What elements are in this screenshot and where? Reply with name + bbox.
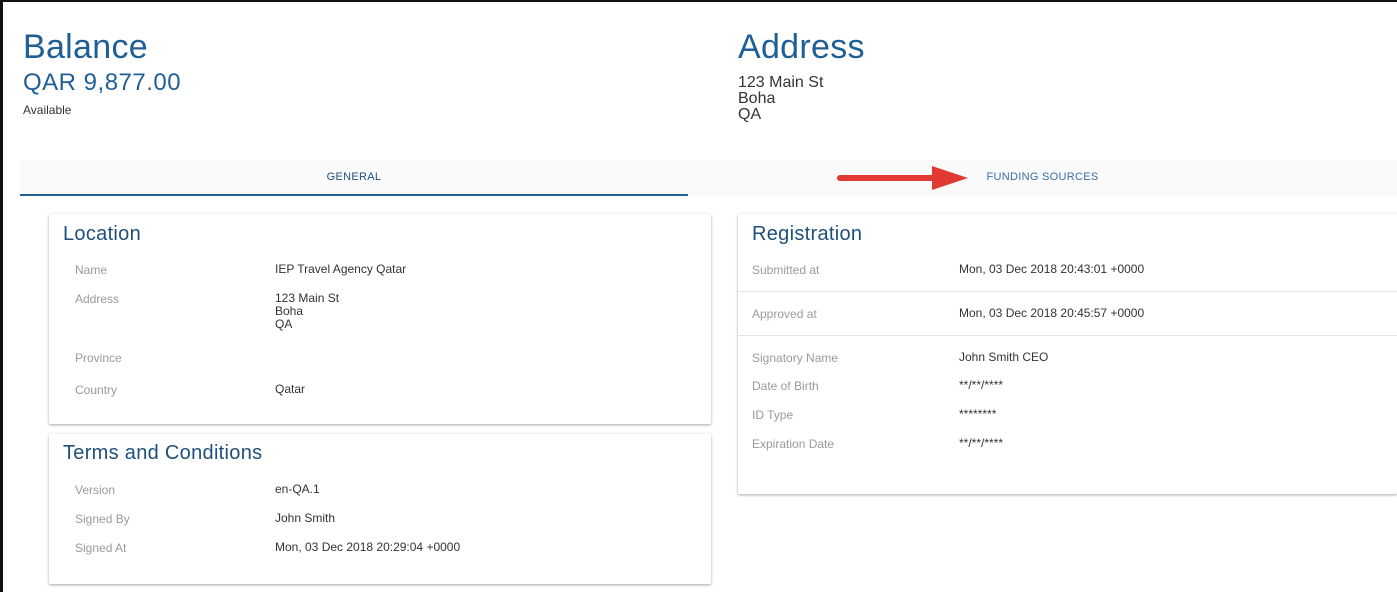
tab-funding-sources[interactable]: FUNDING SOURCES	[688, 160, 1397, 194]
registration-title: Registration	[752, 223, 863, 245]
registration-signatory-label: Signatory Name	[752, 351, 839, 365]
registration-id-type-value: ********	[959, 407, 997, 421]
address-line-2: Boha	[738, 90, 776, 107]
location-country-label: Country	[75, 383, 118, 397]
terms-signed-at-label: Signed At	[75, 541, 127, 555]
location-country-value: Qatar	[275, 382, 306, 396]
registration-divider-1	[738, 291, 1397, 292]
annotation-arrow-icon	[837, 166, 968, 190]
terms-title: Terms and Conditions	[63, 442, 263, 464]
location-address-value: 123 Main St Boha QA	[275, 292, 339, 331]
address-section: Address 123 Main St Boha QA	[738, 28, 865, 123]
registration-dob-value: **/**/****	[959, 378, 1004, 392]
registration-id-type-label: ID Type	[752, 408, 794, 422]
location-title: Location	[63, 223, 142, 245]
location-name-value: IEP Travel Agency Qatar	[275, 262, 407, 276]
balance-section: Balance QAR 9,877.00 Available	[23, 28, 181, 117]
terms-card: Terms and Conditions Version en-QA.1 Sig…	[49, 434, 711, 584]
registration-approved-value: Mon, 03 Dec 2018 20:45:57 +0000	[959, 306, 1145, 320]
registration-expiration-value: **/**/****	[959, 436, 1004, 450]
address-line-1: 123 Main St	[738, 74, 824, 91]
registration-approved-label: Approved at	[752, 307, 817, 321]
terms-signed-at-value: Mon, 03 Dec 2018 20:29:04 +0000	[275, 540, 461, 554]
address-line-3: QA	[738, 106, 762, 123]
registration-expiration-label: Expiration Date	[752, 437, 835, 451]
tab-general[interactable]: GENERAL	[20, 160, 688, 196]
balance-title: Balance	[23, 28, 148, 66]
terms-version-label: Version	[75, 483, 116, 497]
registration-card: Registration Submitted at Mon, 03 Dec 20…	[738, 214, 1397, 494]
balance-amount: QAR 9,877.00	[23, 69, 182, 96]
balance-status: Available	[23, 103, 72, 117]
registration-submitted-value: Mon, 03 Dec 2018 20:43:01 +0000	[959, 262, 1145, 276]
registration-submitted-label: Submitted at	[752, 263, 820, 277]
location-card: Location Name IEP Travel Agency Qatar Ad…	[49, 214, 711, 424]
registration-dob-label: Date of Birth	[752, 379, 819, 393]
location-address-label: Address	[75, 292, 120, 306]
address-title: Address	[738, 28, 865, 66]
location-address-line-3: QA	[275, 317, 293, 331]
terms-signed-by-value: John Smith	[275, 511, 336, 525]
location-province-label: Province	[75, 351, 122, 365]
registration-divider-2	[738, 335, 1397, 336]
tab-bar: GENERAL FUNDING SOURCES	[20, 160, 1397, 196]
registration-signatory-value: John Smith CEO	[959, 350, 1049, 364]
location-name-label: Name	[75, 263, 108, 277]
terms-signed-by-label: Signed By	[75, 512, 130, 526]
terms-version-value: en-QA.1	[275, 482, 320, 496]
